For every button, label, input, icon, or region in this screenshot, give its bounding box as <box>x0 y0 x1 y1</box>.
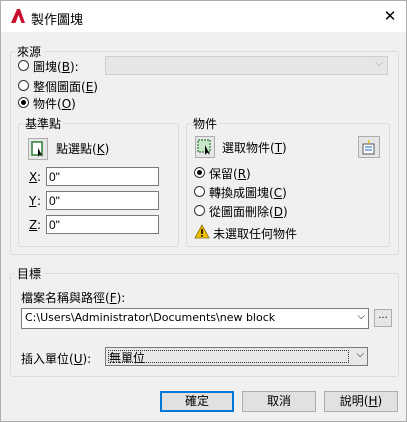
file-path-label: 檔案名稱與路徑 <box>21 291 106 305</box>
select-objects-label: 選取物件 <box>222 141 271 155</box>
insert-units-value: 無單位 <box>109 351 146 365</box>
radio-delete-label: 從圖面刪除 <box>209 205 270 219</box>
radio-retain-label: 保留 <box>209 167 234 181</box>
z-input[interactable] <box>46 215 159 234</box>
file-path-combo[interactable]: C:\Users\Administrator\Documents\new blo… <box>21 308 369 329</box>
insert-units-combo[interactable]: 無單位 ⌵ <box>105 347 368 366</box>
file-path-value: C:\Users\Administrator\Documents\new blo… <box>25 311 276 324</box>
close-icon[interactable]: ✕ <box>378 4 402 28</box>
base-point-legend: 基準點 <box>25 117 62 131</box>
select-objects-button[interactable] <box>195 136 215 158</box>
ok-button[interactable]: 確定 <box>160 391 234 412</box>
radio-convert-circle[interactable] <box>194 186 205 197</box>
cancel-button[interactable]: 取消 <box>242 391 316 412</box>
radio-delete-circle[interactable] <box>194 205 205 216</box>
autocad-a-icon <box>11 9 25 23</box>
chevron-down-icon[interactable]: ⌵ <box>356 349 364 360</box>
quick-select-icon <box>362 139 375 155</box>
quick-select-button[interactable] <box>358 136 380 158</box>
radio-objects-label: 物件 <box>33 97 58 111</box>
y-label: Y <box>29 194 37 208</box>
warning-icon <box>194 224 210 239</box>
z-label: Z <box>29 218 38 232</box>
x-input[interactable] <box>46 167 159 186</box>
pick-point-icon <box>31 141 43 157</box>
radio-entire-drawing-label: 整個圖面 <box>33 80 82 94</box>
objects-legend: 物件 <box>193 117 218 131</box>
pick-point-label: 點選點 <box>56 142 93 156</box>
no-objects-warning: 未選取任何物件 <box>213 227 298 241</box>
target-legend: 目標 <box>17 267 42 281</box>
browse-button[interactable]: ... <box>374 309 392 327</box>
radio-objects-circle[interactable] <box>18 97 29 108</box>
radio-retain-circle[interactable] <box>194 167 205 178</box>
radio-convert-label: 轉換成圖塊 <box>209 186 270 200</box>
x-label: X <box>29 170 38 184</box>
select-objects-icon <box>197 139 211 155</box>
window-title: 製作圖塊 <box>31 13 84 28</box>
block-name-combo: ⌵ <box>105 56 388 75</box>
insert-units-label: 插入單位 <box>21 352 70 366</box>
chevron-down-icon[interactable]: ⌵ <box>357 311 365 322</box>
radio-block-circle[interactable] <box>18 60 29 71</box>
radio-entire-drawing-circle[interactable] <box>18 80 29 91</box>
y-input[interactable] <box>46 191 159 210</box>
radio-block-label: 圖塊 <box>33 60 58 74</box>
pick-point-button[interactable] <box>28 138 48 160</box>
make-block-dialog: 製作圖塊 ✕ 來源 圖塊(B): ⌵ 整個圖面(E) 物件(O) 基準點 點選點… <box>0 0 407 422</box>
help-button[interactable]: 說明(H) <box>324 391 398 412</box>
chevron-down-icon: ⌵ <box>375 58 383 69</box>
title-bar: 製作圖塊 ✕ <box>1 1 406 32</box>
